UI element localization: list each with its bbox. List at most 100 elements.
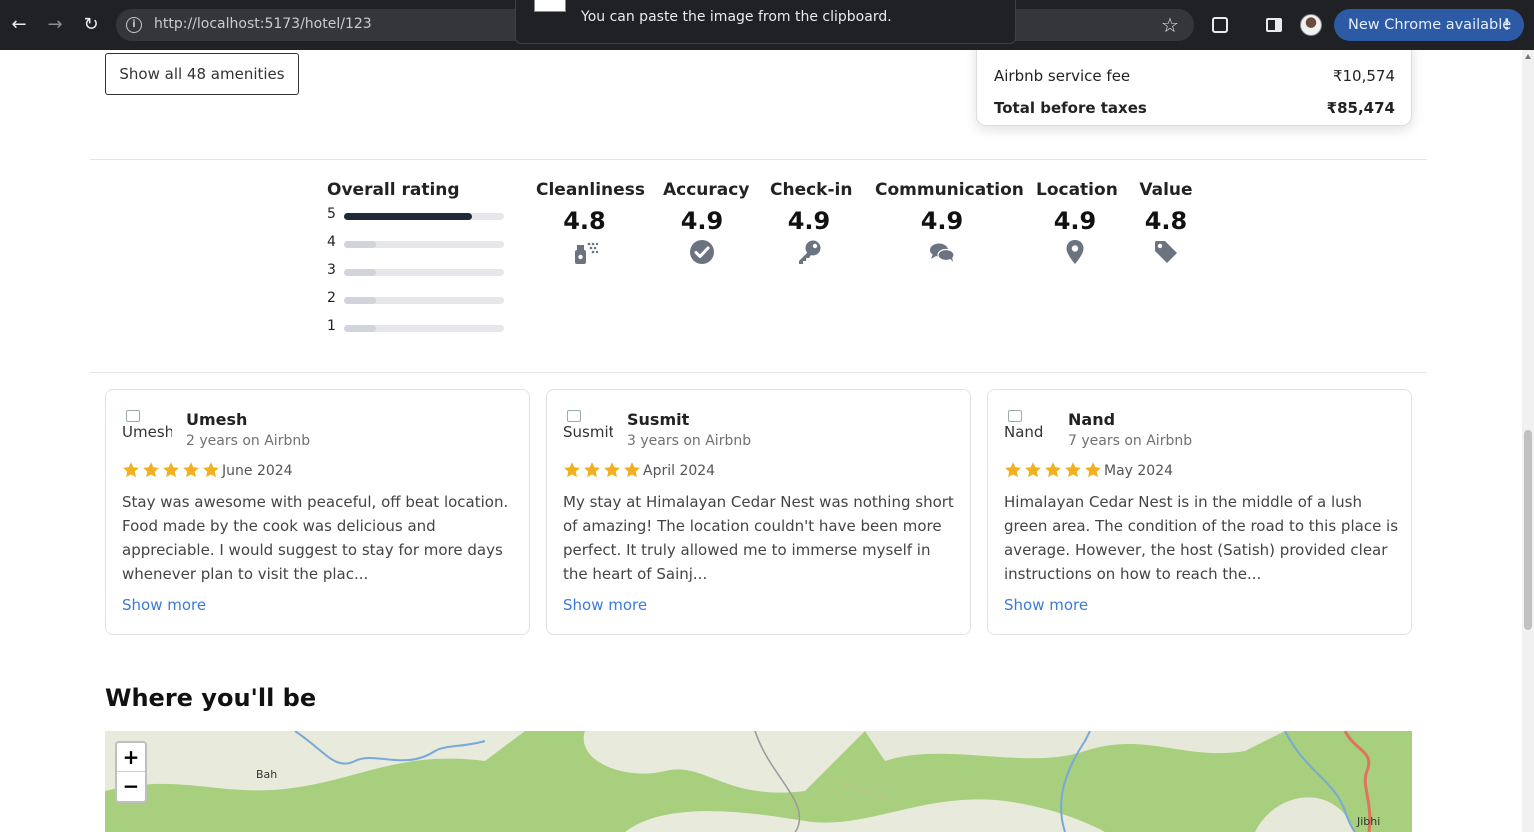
- category-label: Communication: [875, 180, 1024, 200]
- category-score: 4.9: [920, 207, 964, 235]
- zoom-out-button[interactable]: −: [117, 772, 145, 801]
- section-divider: [90, 159, 1427, 160]
- star-icon: [143, 462, 159, 478]
- rating-bar-fill: [344, 297, 376, 304]
- rating-bar-track: [344, 325, 504, 332]
- star-icon: [1005, 462, 1021, 478]
- rating-bar-track: [344, 297, 504, 304]
- chat-bubbles-icon: [930, 243, 955, 262]
- back-arrow-icon[interactable]: ←: [7, 13, 31, 37]
- star-icon: [624, 462, 640, 478]
- star-icon: [123, 462, 139, 478]
- map-pin-icon: [1066, 240, 1084, 264]
- category-score: 4.8: [563, 207, 606, 235]
- extensions-icon[interactable]: [1212, 17, 1228, 33]
- reviewer-name: Nand: [1068, 410, 1116, 429]
- category-score: 4.9: [1053, 207, 1097, 235]
- reviewer-tenure: 7 years on Airbnb: [1068, 433, 1193, 449]
- bookmark-star-icon[interactable]: ☆: [1161, 13, 1179, 37]
- forward-arrow-icon[interactable]: →: [43, 13, 67, 37]
- star-icon: [163, 462, 179, 478]
- rating-bar-track: [344, 213, 504, 220]
- url-text[interactable]: http://localhost:5173/hotel/123: [154, 16, 372, 32]
- show-more-link[interactable]: Show more: [122, 596, 206, 614]
- price-tag-icon: [1155, 241, 1177, 263]
- rating-bar-track: [344, 269, 504, 276]
- review-date: May 2024: [1104, 463, 1174, 479]
- location-section-title: Where you'll be: [105, 684, 317, 712]
- review-card: Susmit Susmit 3 years on Airbnb April 20…: [546, 389, 971, 635]
- star-icon: [1025, 462, 1041, 478]
- star-icon: [584, 462, 600, 478]
- rating-category-communication: Communication 4.9: [875, 180, 1024, 269]
- reviewer-tenure: 2 years on Airbnb: [186, 433, 311, 449]
- avatar-alt-text: Umesh: [122, 423, 172, 441]
- category-label: Accuracy: [663, 180, 750, 200]
- avatar-alt-text: Nand: [1004, 423, 1044, 441]
- side-panel-icon[interactable]: [1266, 18, 1282, 32]
- review-date: April 2024: [643, 463, 716, 479]
- location-map[interactable]: + − Bah Jibhi: [105, 731, 1412, 832]
- page-scrollbar[interactable]: [1522, 50, 1534, 832]
- star-icon: [183, 462, 199, 478]
- review-stars: [563, 461, 643, 481]
- rating-bar-stars: 4: [327, 234, 336, 250]
- review-stars: [122, 461, 222, 481]
- show-more-link[interactable]: Show more: [563, 596, 647, 614]
- map-place-label: Bah: [256, 768, 278, 781]
- rating-bar-track: [344, 241, 504, 248]
- rating-bar-fill: [344, 269, 376, 276]
- avatar: Umesh: [122, 408, 172, 446]
- key-icon: [799, 240, 821, 264]
- scrollbar-thumb[interactable]: [1524, 430, 1532, 630]
- map-place-label: Jibhi: [1357, 815, 1381, 828]
- rating-bar-fill: [344, 213, 472, 220]
- total-amount: ₹85,474: [1326, 99, 1395, 117]
- chrome-update-label: New Chrome available: [1348, 17, 1512, 33]
- scroll-up-arrow-icon[interactable]: [1525, 54, 1531, 59]
- star-icon: [564, 462, 580, 478]
- service-fee-amount: ₹10,574: [1332, 67, 1395, 85]
- more-menu-icon[interactable]: ⋮: [1500, 9, 1515, 41]
- avatar: Nand: [1004, 408, 1054, 446]
- clipboard-toast: You can paste the image from the clipboa…: [515, 0, 1016, 44]
- review-date: June 2024: [222, 463, 293, 479]
- reviewer-tenure: 3 years on Airbnb: [627, 433, 752, 449]
- site-info-icon[interactable]: i: [126, 17, 142, 33]
- rating-category-cleanliness: Cleanliness 4.8: [536, 180, 645, 269]
- review-text: My stay at Himalayan Cedar Nest was noth…: [563, 493, 954, 583]
- rating-bar-fill: [344, 241, 376, 248]
- star-icon: [1045, 462, 1061, 478]
- star-icon: [203, 462, 219, 478]
- price-summary-card: Airbnb service fee ₹10,574 Total before …: [976, 50, 1412, 126]
- review-card: Nand Nand 7 years on Airbnb May 2024 Him…: [987, 389, 1412, 635]
- rating-bar-stars: 3: [327, 262, 336, 278]
- star-icon: [604, 462, 620, 478]
- rating-category-accuracy: Accuracy 4.9: [663, 180, 750, 269]
- service-fee-row: Airbnb service fee ₹10,574: [994, 67, 1395, 85]
- check-circle-icon: [690, 240, 714, 264]
- section-divider: [90, 372, 1427, 373]
- category-label: Check-in: [770, 180, 853, 200]
- show-all-amenities-button[interactable]: Show all 48 amenities: [105, 53, 299, 95]
- avatar: Susmit: [563, 408, 613, 446]
- chrome-update-button[interactable]: New Chrome available ⋮: [1334, 9, 1524, 41]
- show-more-link[interactable]: Show more: [1004, 596, 1088, 614]
- category-score: 4.9: [787, 207, 831, 235]
- total-label: Total before taxes: [994, 99, 1147, 117]
- reload-icon[interactable]: ↻: [79, 13, 103, 37]
- review-stars: [1004, 461, 1104, 481]
- rating-category-value: Value 4.8: [1136, 180, 1196, 269]
- category-label: Cleanliness: [536, 180, 645, 200]
- clipboard-image-icon: [534, 0, 566, 12]
- map-tiles: [105, 731, 1412, 832]
- profile-avatar[interactable]: [1300, 14, 1322, 36]
- map-zoom-control: + −: [115, 741, 147, 803]
- zoom-in-button[interactable]: +: [117, 743, 145, 772]
- star-icon: [1065, 462, 1081, 478]
- total-row: Total before taxes ₹85,474: [994, 99, 1395, 117]
- review-text: Stay was awesome with peaceful, off beat…: [122, 493, 509, 583]
- avatar-alt-text: Susmit: [563, 423, 613, 441]
- category-score: 4.9: [680, 207, 724, 235]
- rating-category-check-in: Check-in 4.9: [770, 180, 853, 269]
